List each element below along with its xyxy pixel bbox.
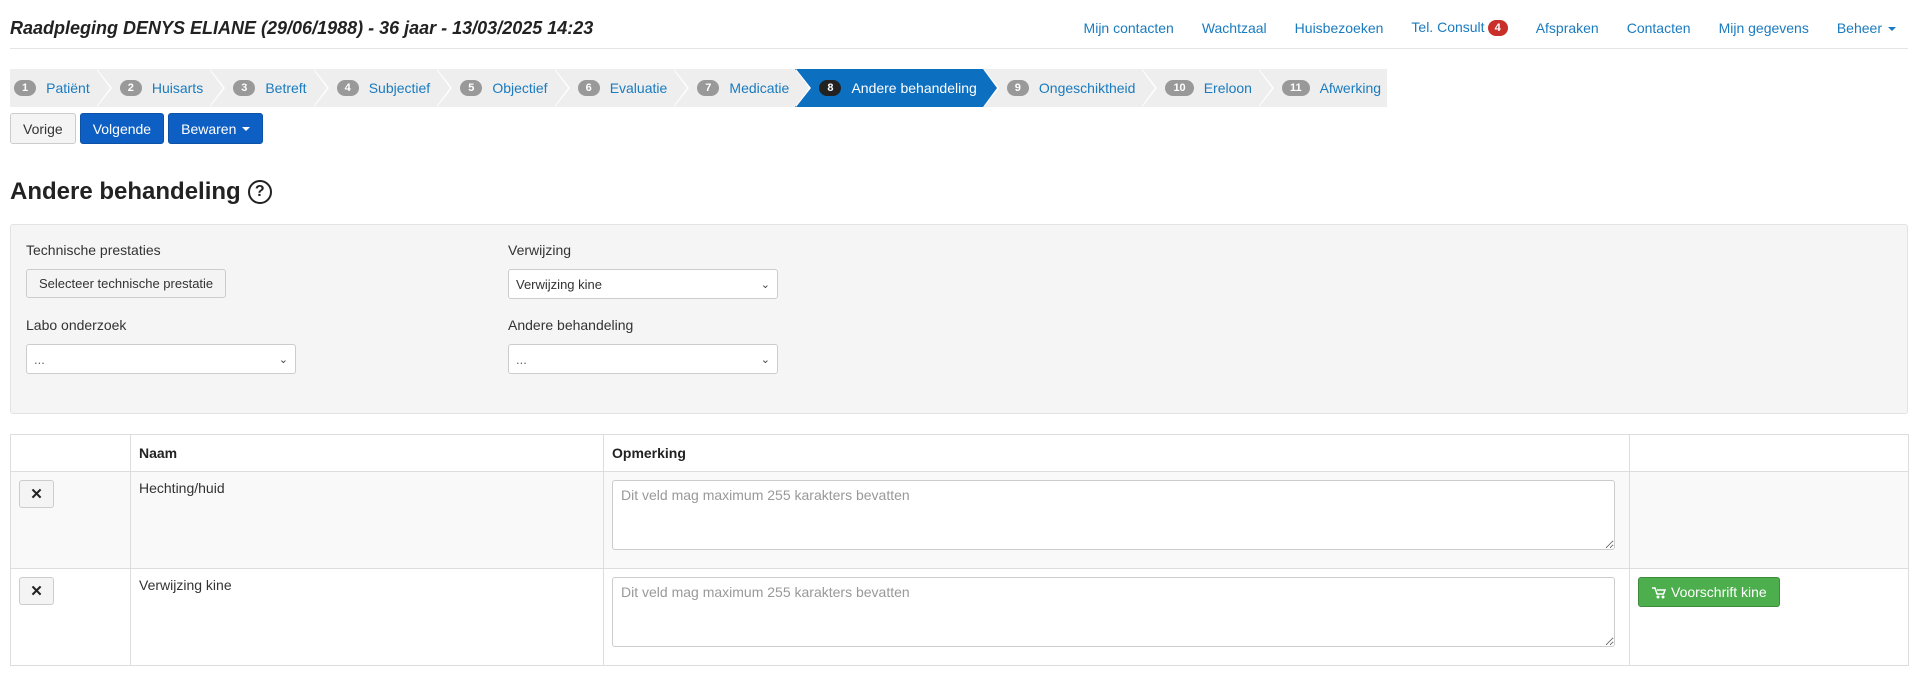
technische-prestaties-label: Technische prestaties bbox=[26, 242, 161, 258]
chevron-down-icon: ⌄ bbox=[760, 278, 770, 291]
step-number-badge: 3 bbox=[233, 80, 256, 96]
step-label: Subjectief bbox=[368, 80, 431, 96]
labo-selected-value: ... bbox=[34, 351, 45, 367]
treatment-form-panel: Technische prestaties Selecteer technisc… bbox=[10, 224, 1908, 414]
save-dropdown-button[interactable]: Bewaren bbox=[168, 113, 264, 144]
step-number-badge: 4 bbox=[336, 80, 359, 96]
nav-mijn-gegevens[interactable]: Mijn gegevens bbox=[1719, 20, 1809, 36]
step-number-badge: 11 bbox=[1281, 80, 1310, 96]
nav-huisbezoeken[interactable]: Huisbezoeken bbox=[1295, 20, 1384, 36]
verwijzing-select[interactable]: Verwijzing kine ⌄ bbox=[508, 269, 778, 299]
wizard-step[interactable]: 5 Objectief bbox=[436, 69, 570, 107]
step-label: Ongeschiktheid bbox=[1038, 80, 1136, 96]
select-technical-service-button[interactable]: Selecteer technische prestatie bbox=[26, 269, 227, 298]
verwijzing-label: Verwijzing bbox=[508, 242, 572, 258]
step-number-badge: 2 bbox=[119, 80, 142, 96]
step-number-badge: 8 bbox=[819, 80, 842, 96]
treatments-table: Naam Opmerking ✕ Hechting/huid ✕ Verwijz… bbox=[10, 434, 1909, 666]
step-number-badge: 6 bbox=[577, 80, 600, 96]
next-button[interactable]: Volgende bbox=[79, 113, 165, 144]
wizard-step[interactable]: 9 Ongeschiktheid bbox=[982, 69, 1158, 107]
wizard-step[interactable]: 6 Evaluatie bbox=[553, 69, 689, 107]
nav-beheer-label: Beheer bbox=[1836, 20, 1882, 36]
step-label: Evaluatie bbox=[609, 80, 668, 96]
row-action-cell: ✕ bbox=[10, 568, 131, 666]
wizard-step[interactable]: 1 Patiënt bbox=[10, 69, 112, 107]
nav-wachtzaal[interactable]: Wachtzaal bbox=[1202, 20, 1267, 36]
andere-behandeling-select[interactable]: ... ⌄ bbox=[508, 344, 778, 374]
row-action-cell: ✕ bbox=[10, 471, 131, 569]
table-row: ✕ Hechting/huid bbox=[10, 471, 1909, 569]
column-header-opmerking: Opmerking bbox=[603, 434, 1630, 472]
caret-down-icon bbox=[1888, 27, 1896, 32]
wizard-actions: Vorige Volgende Bewaren bbox=[10, 113, 264, 144]
step-number-badge: 10 bbox=[1165, 80, 1194, 96]
column-header-actions bbox=[10, 434, 131, 472]
tel-consult-count-badge: 4 bbox=[1487, 20, 1508, 36]
nav-afspraken[interactable]: Afspraken bbox=[1536, 20, 1599, 36]
step-label: Afwerking bbox=[1319, 80, 1382, 96]
opmerking-textarea[interactable] bbox=[612, 577, 1615, 647]
consultation-heading: Raadpleging DENYS ELIANE (29/06/1988) - … bbox=[10, 18, 594, 38]
labo-onderzoek-label: Labo onderzoek bbox=[26, 317, 127, 333]
remove-row-button[interactable]: ✕ bbox=[19, 480, 54, 508]
wizard-step[interactable]: 8 Andere behandeling bbox=[795, 69, 1000, 107]
chevron-down-icon: ⌄ bbox=[278, 353, 288, 366]
voorschrift-kine-button[interactable]: Voorschrift kine bbox=[1638, 577, 1780, 607]
table-header-row: Naam Opmerking bbox=[10, 434, 1909, 472]
previous-button[interactable]: Vorige bbox=[10, 113, 76, 144]
step-label: Patiënt bbox=[46, 80, 90, 96]
step-label: Ereloon bbox=[1203, 80, 1252, 96]
save-label: Bewaren bbox=[181, 120, 237, 137]
wizard-step[interactable]: 11 Afwerking bbox=[1257, 69, 1388, 107]
chevron-down-icon: ⌄ bbox=[760, 353, 770, 366]
step-label: Betreft bbox=[265, 80, 307, 96]
wizard-step[interactable]: 4 Subjectief bbox=[312, 69, 452, 107]
nav-contacten[interactable]: Contacten bbox=[1627, 20, 1691, 36]
column-header-naam: Naam bbox=[130, 434, 604, 472]
caret-down-icon bbox=[242, 126, 251, 131]
nav-beheer-dropdown[interactable]: Beheer bbox=[1837, 20, 1896, 36]
naam-cell: Hechting/huid bbox=[130, 471, 604, 569]
remove-row-button[interactable]: ✕ bbox=[19, 577, 54, 605]
step-number-badge: 9 bbox=[1006, 80, 1029, 96]
table-row: ✕ Verwijzing kine Voorschrift kine bbox=[10, 568, 1909, 666]
step-label: Medicatie bbox=[729, 80, 790, 96]
labo-onderzoek-select[interactable]: ... ⌄ bbox=[26, 344, 296, 374]
step-number-badge: 5 bbox=[460, 80, 483, 96]
naam-cell: Verwijzing kine bbox=[130, 568, 604, 666]
wizard-step[interactable]: 10 Ereloon bbox=[1141, 69, 1274, 107]
wizard-step[interactable]: 2 Huisarts bbox=[95, 69, 226, 107]
extra-cell: Voorschrift kine bbox=[1629, 568, 1909, 666]
nav-mijn-contacten[interactable]: Mijn contacten bbox=[1084, 20, 1174, 36]
top-navigation: Mijn contacten Wachtzaal Huisbezoeken Te… bbox=[1084, 19, 1896, 37]
opmerking-textarea[interactable] bbox=[612, 480, 1615, 550]
opmerking-cell bbox=[603, 568, 1630, 666]
section-title-text: Andere behandeling bbox=[10, 178, 241, 205]
top-bar: Raadpleging DENYS ELIANE (29/06/1988) - … bbox=[10, 0, 1908, 49]
extra-cell bbox=[1629, 471, 1909, 569]
nav-tel-consult[interactable]: Tel. Consult 4 bbox=[1411, 19, 1508, 37]
section-title: Andere behandeling ? bbox=[10, 178, 272, 206]
opmerking-cell bbox=[603, 471, 1630, 569]
andere-behandeling-label: Andere behandeling bbox=[508, 317, 634, 333]
step-number-badge: 7 bbox=[697, 80, 720, 96]
nav-tel-consult-label: Tel. Consult bbox=[1411, 19, 1485, 35]
step-number-badge: 1 bbox=[14, 80, 37, 96]
andere-selected-value: ... bbox=[516, 351, 527, 367]
column-header-extra bbox=[1629, 434, 1909, 472]
voorschrift-kine-label: Voorschrift kine bbox=[1671, 584, 1767, 600]
step-label: Andere behandeling bbox=[851, 80, 977, 96]
wheelchair-icon bbox=[1652, 587, 1667, 599]
step-label: Objectief bbox=[492, 80, 548, 96]
help-icon[interactable]: ? bbox=[247, 180, 272, 204]
step-label: Huisarts bbox=[151, 80, 204, 96]
wizard-step[interactable]: 7 Medicatie bbox=[673, 69, 812, 107]
wizard-steps: 1 Patiënt 2 Huisarts 3 Betreft 4 Subjectief 5 Obj… bbox=[10, 69, 1388, 107]
verwijzing-selected-value: Verwijzing kine bbox=[516, 276, 602, 292]
